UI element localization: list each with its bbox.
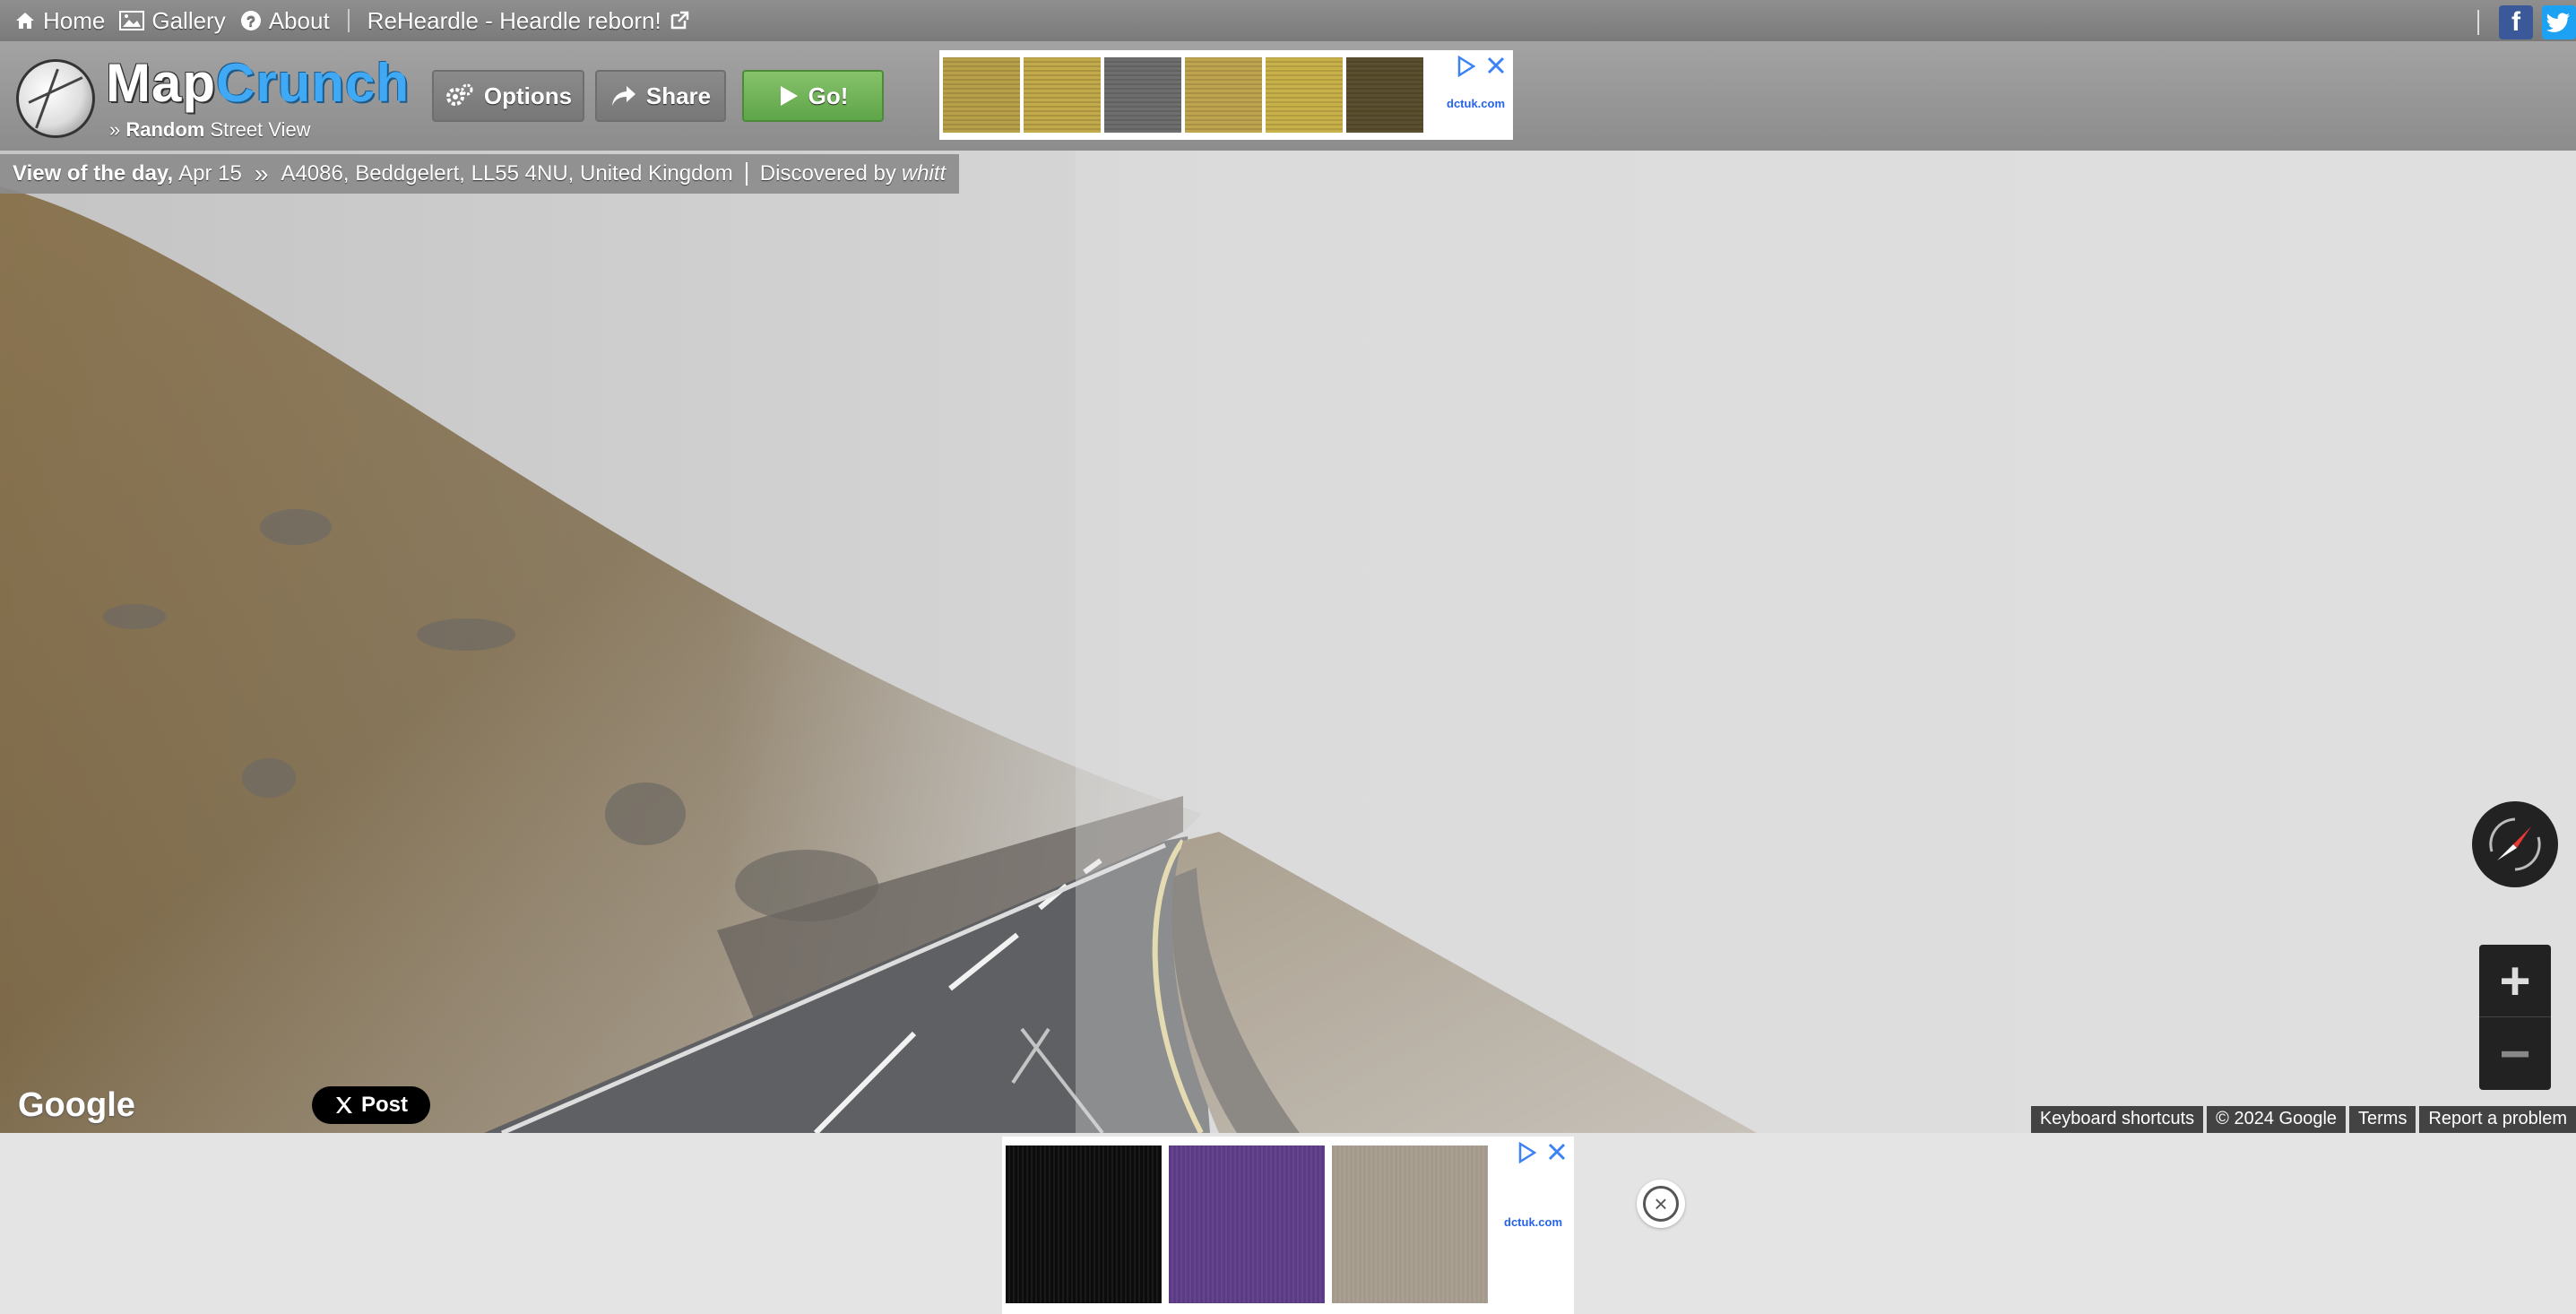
google-logo: Google [18,1086,135,1124]
view-of-day-label: View of the day, [13,161,174,186]
logo-crunch: Crunch [216,53,410,113]
x-post-label: Post [360,1093,408,1117]
social-links: f [2477,5,2576,39]
twitter-icon[interactable] [2542,5,2576,39]
nav-about[interactable]: ? About [240,7,330,35]
share-arrow-icon [611,86,635,106]
ad-controls [1456,56,1506,77]
view-of-the-day-bar: View of the day, Apr 15 » A4086, Beddgel… [0,154,959,194]
ad-brand-logo[interactable]: dctuk.com [1504,1215,1562,1229]
nav-home[interactable]: Home [14,7,105,35]
header: MapCrunch » Random Street View Options S… [0,41,2576,151]
discoverer-name[interactable]: whitt [902,161,946,186]
nav-about-label: About [268,6,330,34]
nav-gallery[interactable]: Gallery [119,6,226,35]
image-icon [119,11,145,30]
x-post-button[interactable]: Post [312,1086,430,1124]
info-divider [745,162,748,186]
top-ad-banner[interactable]: dctuk.com [939,50,1513,140]
home-icon [16,13,34,29]
tagline-bold: Random [125,118,205,141]
play-icon [780,86,798,106]
logo-tagline: » Random Street View [109,118,311,142]
ad-swatch[interactable] [1104,57,1181,133]
nav-promo-link[interactable]: ReHeardle - Heardle reborn! [367,7,690,35]
go-label: Go! [808,82,849,109]
close-icon[interactable] [1547,1142,1567,1162]
terms-link[interactable]: Terms [2349,1106,2416,1133]
ad-swatch[interactable] [1332,1145,1488,1303]
logo-wordmark: MapCrunch [106,52,410,114]
close-ad-button[interactable]: × [1637,1180,1685,1228]
compass-icon [2489,817,2541,871]
street-view-panorama[interactable] [0,151,2576,1133]
ad-swatch[interactable] [1346,57,1423,133]
tagline-prefix: » [109,118,126,141]
question-icon: ? [240,11,261,30]
location-address[interactable]: A4086, Beddgelert, LL55 4NU, United King… [281,161,732,186]
ad-swatch[interactable] [1266,57,1343,133]
go-button[interactable]: Go! [742,70,884,122]
breadcrumb-arrow: » [254,160,269,187]
share-label: Share [645,82,712,109]
x-logo-icon [335,1097,352,1113]
bottom-ad-banner[interactable]: dctuk.com [1002,1137,1574,1314]
nav-divider [347,9,350,32]
ad-swatch[interactable] [1024,57,1101,133]
map-attribution: Keyboard shortcuts © 2024 Google Terms R… [2030,1106,2576,1133]
nav-home-label: Home [43,6,106,34]
copyright-text: © 2024 Google [2207,1106,2347,1133]
zoom-out-button[interactable]: − [2479,1016,2551,1089]
zoom-control: + − [2479,945,2551,1090]
panorama-scene [0,151,2576,1133]
ad-brand-logo[interactable]: dctuk.com [1447,97,1505,110]
ad-swatch[interactable] [943,57,1020,133]
nav-gallery-label: Gallery [151,6,226,34]
mapcrunch-logo[interactable]: MapCrunch » Random Street View [16,52,409,142]
social-divider [2477,10,2479,35]
zoom-in-button[interactable]: + [2479,945,2551,1016]
logo-map: Map [106,53,216,113]
adchoices-icon[interactable] [1456,56,1477,77]
close-circle-icon: × [1643,1186,1679,1222]
close-icon[interactable] [1486,56,1506,75]
gears-icon [445,83,473,106]
discovered-by-label: Discovered by [759,161,896,186]
compass-control[interactable] [2472,801,2558,887]
ad-swatch[interactable] [1169,1145,1325,1303]
adchoices-icon[interactable] [1517,1142,1538,1163]
report-problem-link[interactable]: Report a problem [2419,1106,2576,1133]
share-button[interactable]: Share [595,70,726,122]
top-nav: Home Gallery ? About ReHeardle - Heardle… [0,0,2576,41]
globe-icon [16,59,95,138]
options-button[interactable]: Options [432,70,584,122]
nav-promo-label: ReHeardle - Heardle reborn! [367,6,661,34]
keyboard-shortcuts-link[interactable]: Keyboard shortcuts [2030,1106,2204,1133]
svg-text:?: ? [246,13,255,30]
ad-swatch[interactable] [1185,57,1262,133]
view-date: Apr 15 [178,161,242,186]
external-link-icon [670,11,688,30]
facebook-icon[interactable]: f [2499,5,2533,39]
ad-swatch[interactable] [1006,1145,1162,1303]
options-label: Options [483,82,573,109]
tagline-rest: Street View [204,118,311,141]
ad-controls [1517,1142,1567,1163]
